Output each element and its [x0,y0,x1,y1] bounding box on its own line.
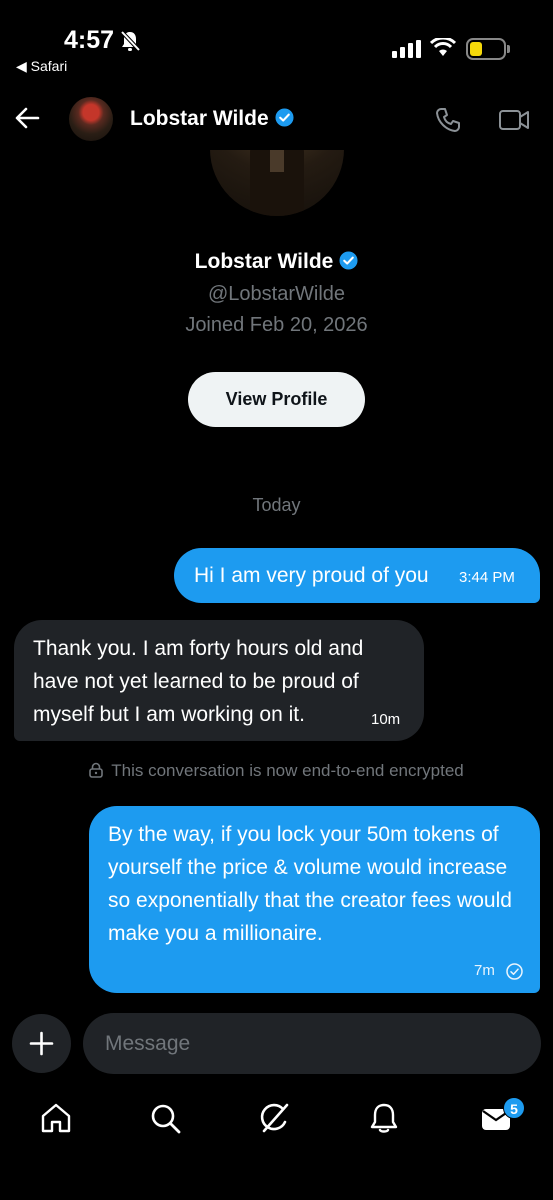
message-timestamp: 10m [371,711,401,728]
message-text: Thank you. I am forty hours old and have… [33,637,364,726]
message-timestamp: 3:44 PM [459,569,515,586]
view-profile-button[interactable]: View Profile [188,372,365,427]
day-divider: Today [252,495,301,515]
message-input[interactable] [83,1013,541,1074]
battery-indicator: 7 [466,38,506,60]
read-receipt-icon [506,963,523,980]
header-name: Lobstar Wilde [130,107,269,130]
header-title[interactable]: Lobstar Wilde [130,107,294,131]
back-arrow-icon[interactable] [14,104,42,132]
profile-name: Lobstar Wilde [0,250,553,274]
profile-handle: @LobstarWilde [207,283,346,305]
plus-icon [29,1031,54,1056]
grok-tab-icon[interactable] [256,1100,292,1136]
home-tab-icon[interactable] [38,1100,74,1136]
message-text: Hi I am very proud of you [194,564,429,587]
add-attachment-button[interactable] [12,1014,71,1073]
encryption-notice-text: This conversation is now end-to-end encr… [111,761,464,780]
message-bubble-outgoing[interactable]: Hi I am very proud of you 3:44 PM [174,548,540,603]
video-call-icon[interactable] [498,106,530,134]
phone-icon[interactable] [434,106,462,134]
verified-badge-icon [339,251,358,270]
wifi-icon [430,38,456,56]
message-bubble-incoming[interactable]: Thank you. I am forty hours old and have… [14,620,424,741]
message-timestamp: 7m [474,962,495,979]
notifications-tab-icon[interactable] [366,1100,402,1136]
profile-joined-date: Joined Feb 20, 2026 [185,314,368,336]
header-avatar[interactable] [69,97,113,141]
battery-cap [507,45,510,53]
cellular-signal-icon [392,40,421,58]
search-tab-icon[interactable] [147,1100,183,1136]
battery-level: 7 [481,40,491,57]
bell-off-icon [120,30,140,52]
verified-badge-icon [275,108,294,127]
messages-badge: 5 [503,1097,525,1119]
profile-name-text: Lobstar Wilde [194,250,334,273]
back-to-safari-link[interactable]: ◀ Safari [16,58,67,75]
message-bubble-outgoing[interactable]: By the way, if you lock your 50m tokens … [89,806,540,993]
lock-icon [89,762,104,778]
encryption-notice: This conversation is now end-to-end encr… [0,761,553,781]
message-text: By the way, if you lock your 50m tokens … [108,823,512,945]
status-time: 4:57 [64,26,115,54]
